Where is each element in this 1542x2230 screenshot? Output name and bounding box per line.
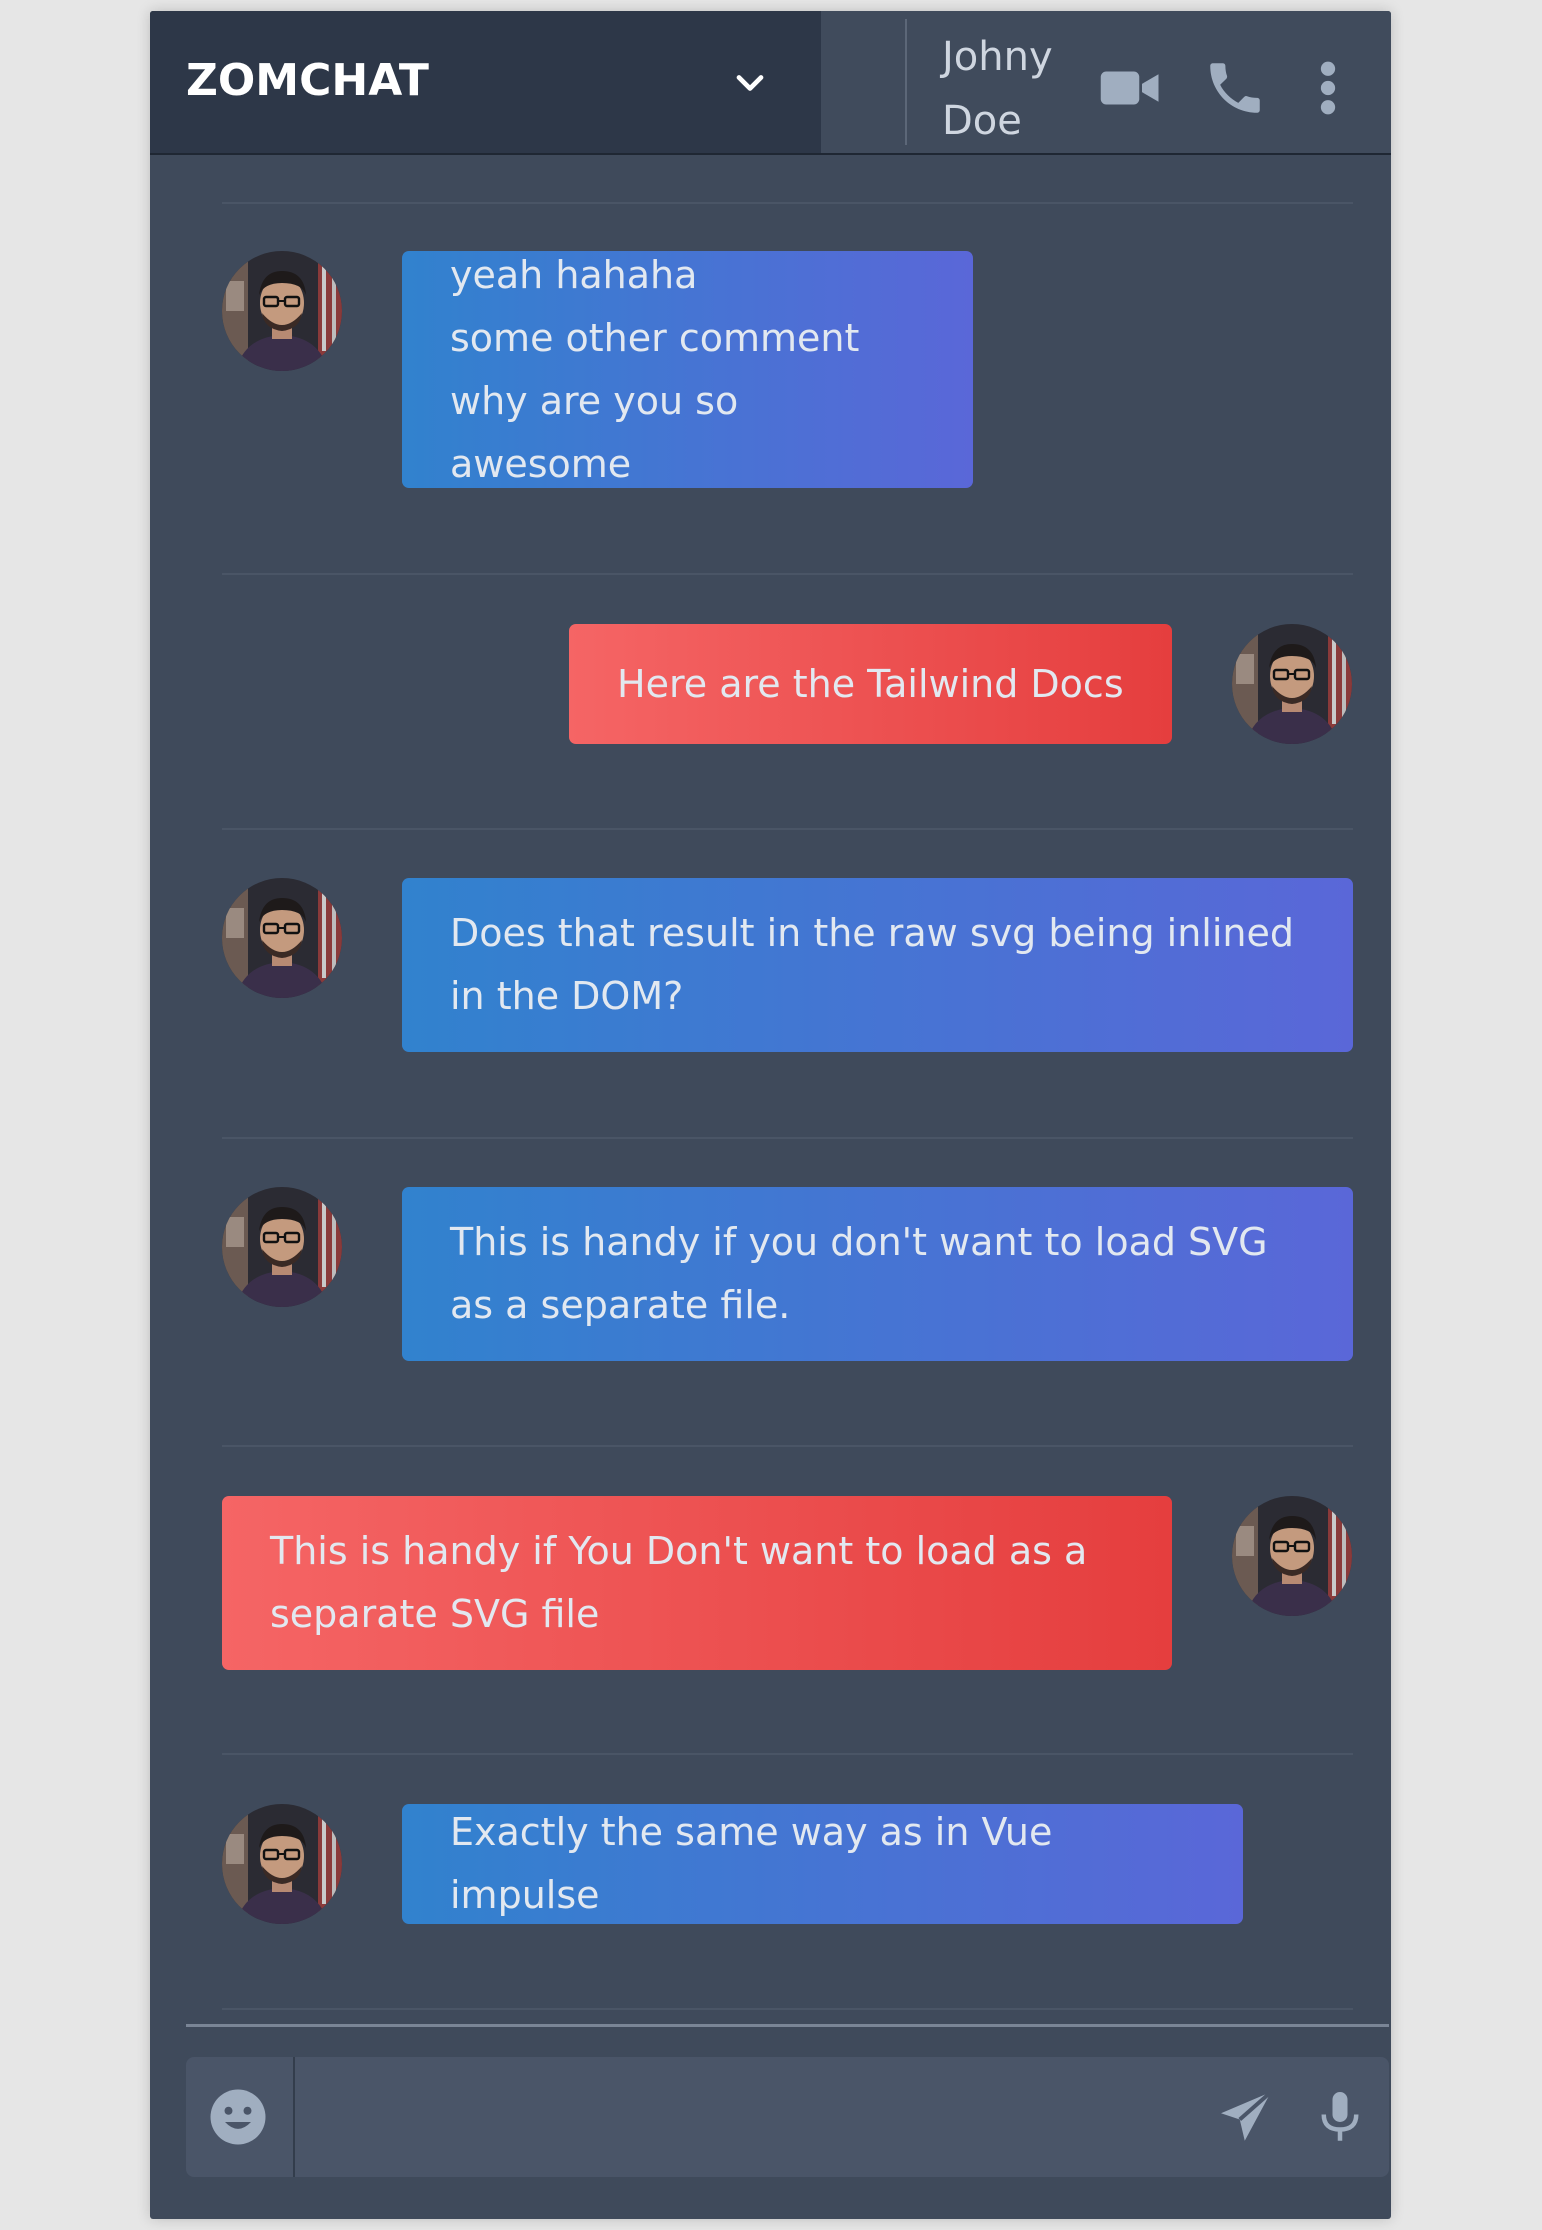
video-camera-icon[interactable] <box>1098 55 1164 121</box>
message-input[interactable] <box>306 2077 1230 2159</box>
message-bubble: This is handy if You Don't want to load … <box>222 1496 1172 1670</box>
message-bubble: This is handy if you don't want to load … <box>402 1187 1353 1361</box>
message-bubble: Exactly the same way as in Vue impulse <box>402 1804 1243 1924</box>
message-separator <box>222 202 1353 204</box>
message-text: Does that result in the raw svg being in… <box>450 911 1294 1018</box>
avatar-photo <box>1232 624 1352 744</box>
message-separator <box>222 2008 1353 2010</box>
avatar <box>222 251 342 371</box>
composer-divider <box>293 2057 295 2177</box>
microphone-icon[interactable] <box>1310 2087 1370 2147</box>
message-separator <box>222 1137 1353 1139</box>
message-separator <box>222 828 1353 830</box>
message-text: Here are the Tailwind Docs <box>617 661 1124 706</box>
composer-divider-line <box>186 2024 1389 2027</box>
avatar-photo <box>222 878 342 998</box>
emoji-icon[interactable] <box>208 2087 268 2147</box>
avatar-photo <box>222 1187 342 1307</box>
avatar <box>1232 1496 1352 1616</box>
avatar-photo <box>1232 1496 1352 1616</box>
message-bubble: yeah hahaha some other comment why are y… <box>402 251 973 488</box>
phone-icon[interactable] <box>1202 55 1268 121</box>
chat-window: ZOMCHAT Johny Doe yeah hahaha some other… <box>150 11 1391 2219</box>
chat-header: ZOMCHAT Johny Doe <box>150 11 1391 155</box>
message-separator <box>222 1753 1353 1755</box>
send-icon[interactable] <box>1216 2087 1276 2147</box>
message-text: Exactly the same way as in Vue impulse <box>450 1810 1053 1917</box>
message-text: This is handy if you don't want to load … <box>450 1220 1268 1327</box>
message-separator <box>222 573 1353 575</box>
message-text: yeah hahaha some other comment why are y… <box>450 252 860 486</box>
contact-name: Johny Doe <box>942 34 1053 144</box>
message-bubble: Here are the Tailwind Docs <box>569 624 1172 744</box>
more-vertical-icon[interactable] <box>1308 55 1348 121</box>
avatar <box>222 1804 342 1924</box>
avatar <box>222 1187 342 1307</box>
avatar <box>222 878 342 998</box>
app-title: ZOMCHAT <box>186 55 429 106</box>
message-text: This is handy if You Don't want to load … <box>270 1529 1088 1636</box>
avatar <box>1232 624 1352 744</box>
message-separator <box>222 1445 1353 1447</box>
message-bubble: Does that result in the raw svg being in… <box>402 878 1353 1052</box>
avatar-photo <box>222 251 342 371</box>
brand-panel: ZOMCHAT <box>150 11 821 153</box>
avatar-photo <box>222 1804 342 1924</box>
header-divider <box>905 19 907 145</box>
message-list[interactable]: yeah hahaha some other comment why are y… <box>150 153 1391 2023</box>
message-composer <box>186 2057 1389 2177</box>
chevron-down-icon[interactable] <box>728 61 772 105</box>
